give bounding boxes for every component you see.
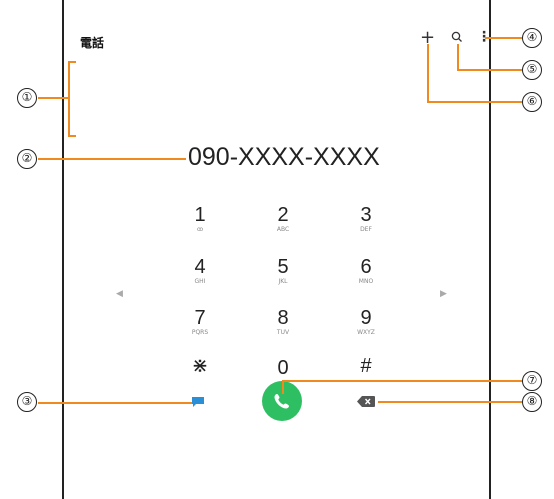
app-title: 電話: [80, 36, 105, 50]
key-8[interactable]: 8 TUV: [253, 308, 313, 337]
key-digit: 8: [277, 307, 289, 329]
key-2[interactable]: 2 ABC: [253, 205, 313, 234]
callout-line-8: [378, 401, 522, 403]
callout-6: ⑥: [522, 92, 542, 112]
search-icon[interactable]: [450, 30, 464, 44]
key-letters: ABC: [276, 226, 290, 233]
key-letters: WXYZ: [357, 329, 375, 336]
phone-icon: [274, 394, 289, 409]
key-5[interactable]: 5 JKL: [253, 257, 313, 286]
key-1[interactable]: 1 ꝏ: [170, 205, 230, 234]
callout-8: ⑧: [522, 392, 542, 412]
key-letters: PQRS: [191, 329, 209, 336]
callout-5: ⑤: [522, 60, 542, 80]
callout-line-3: [38, 402, 192, 404]
key-letters: GHI: [194, 278, 206, 285]
callout-2: ②: [17, 149, 37, 169]
key-digit: ⋇: [191, 355, 209, 377]
key-digit: 1: [194, 204, 206, 226]
left-arrow-icon[interactable]: ◀: [116, 289, 123, 299]
key-letters: MNO: [358, 278, 374, 285]
key-6[interactable]: 6 MNO: [336, 257, 396, 286]
key-star[interactable]: ⋇: [170, 356, 230, 376]
callout-3: ③: [17, 392, 37, 412]
key-digit: 3: [360, 204, 372, 226]
key-letters: DEF: [360, 226, 372, 233]
key-digit: 4: [194, 256, 206, 278]
key-4[interactable]: 4 GHI: [170, 257, 230, 286]
callout-line-6b: [427, 101, 522, 103]
callout-1: ①: [17, 88, 37, 108]
backspace-icon[interactable]: [357, 396, 375, 407]
callout-line-5b: [457, 69, 522, 71]
key-digit: 5: [277, 256, 289, 278]
key-digit: 2: [277, 204, 289, 226]
key-digit: 6: [360, 256, 372, 278]
callout-line-5a: [457, 44, 459, 70]
key-hash[interactable]: #: [336, 356, 396, 376]
voicemail-icon: ꝏ: [196, 226, 204, 233]
key-digit: 7: [194, 307, 206, 329]
key-letters: TUV: [276, 329, 290, 336]
callout-7: ⑦: [522, 371, 542, 391]
message-icon[interactable]: [191, 396, 205, 408]
callout-line-7a: [282, 380, 284, 394]
callout-line-6a: [427, 44, 429, 102]
right-arrow-icon[interactable]: ▶: [440, 289, 447, 299]
dialed-number: 090-XXXX-XXXX: [188, 143, 380, 171]
key-letters: JKL: [278, 278, 288, 285]
log-area-bracket: [68, 61, 76, 137]
callout-line-7b: [282, 380, 522, 382]
key-7[interactable]: 7 PQRS: [170, 308, 230, 337]
key-digit: 9: [360, 307, 372, 329]
callout-line-1: [38, 97, 70, 99]
key-digit: 0: [277, 357, 289, 379]
key-9[interactable]: 9 WXYZ: [336, 308, 396, 337]
key-3[interactable]: 3 DEF: [336, 205, 396, 234]
callout-4: ④: [522, 28, 542, 48]
callout-line-4: [485, 37, 522, 39]
callout-line-2: [38, 158, 186, 160]
key-digit: #: [360, 355, 372, 377]
